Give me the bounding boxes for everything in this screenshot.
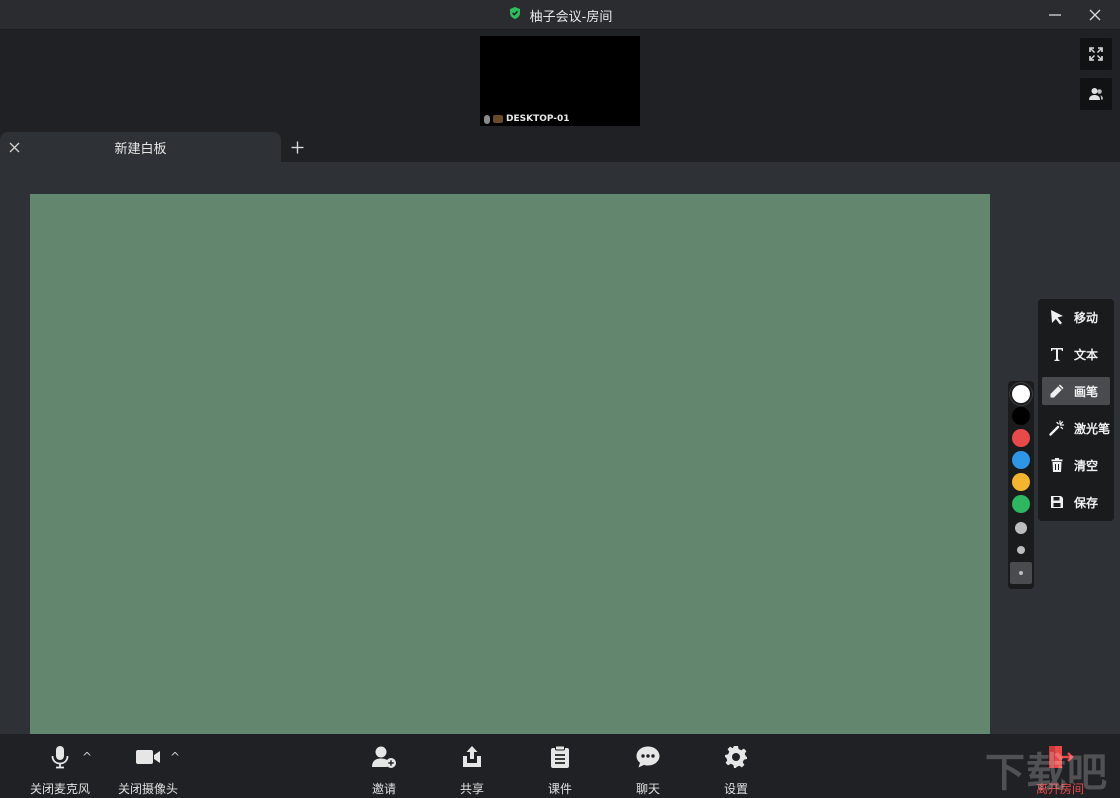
microphone-icon <box>49 734 71 780</box>
tool-text[interactable]: 文本 <box>1042 340 1110 368</box>
video-strip: DESKTOP-01 <box>0 30 1120 131</box>
mute-mic-button[interactable]: 关闭麦克风 <box>28 734 92 798</box>
plus-icon <box>291 141 303 153</box>
close-icon <box>1089 9 1101 21</box>
text-icon <box>1048 345 1066 363</box>
tab-label: 新建白板 <box>114 141 167 157</box>
users-icon <box>1089 88 1103 100</box>
cursor-arrow-icon <box>1048 308 1066 326</box>
minimize-button[interactable] <box>1040 0 1070 30</box>
whiteboard-canvas[interactable] <box>30 194 990 734</box>
invite-label: 邀请 <box>371 782 396 796</box>
add-user-icon <box>371 734 397 780</box>
color-swatch-yellow[interactable] <box>1012 473 1030 491</box>
tab-whiteboard[interactable]: 新建白板 <box>0 132 281 162</box>
mute-mic-label: 关闭麦克风 <box>29 782 90 796</box>
participants-button[interactable] <box>1080 78 1112 110</box>
settings-label: 设置 <box>723 782 748 796</box>
tool-label: 移动 <box>1074 310 1099 325</box>
color-swatch-blue[interactable] <box>1012 451 1030 469</box>
camera-options-chevron-icon[interactable]: ^ <box>170 750 180 764</box>
tool-label: 保存 <box>1074 495 1099 510</box>
tool-label: 激光笔 <box>1074 421 1111 436</box>
color-swatch-white[interactable] <box>1012 385 1030 403</box>
laser-wand-icon <box>1048 419 1066 437</box>
chat-label: 聊天 <box>635 782 660 796</box>
minimize-icon <box>1049 14 1061 16</box>
window-title: 柚子会议-房间 <box>0 0 1120 30</box>
pen-size-large[interactable] <box>1015 522 1027 534</box>
invite-button[interactable]: 邀请 <box>364 734 404 798</box>
color-swatch-black[interactable] <box>1012 407 1030 425</box>
workspace: 移动 文本 画笔 激光笔 清空 保存 <box>0 162 1120 734</box>
tool-save[interactable]: 保存 <box>1042 488 1110 516</box>
mic-status-icon <box>484 114 490 124</box>
color-swatch-red[interactable] <box>1012 429 1030 447</box>
pen-size-small <box>1019 571 1023 575</box>
tool-laser[interactable]: 激光笔 <box>1042 414 1110 442</box>
share-button[interactable]: 共享 <box>452 734 492 798</box>
share-upload-icon <box>461 734 483 780</box>
share-label: 共享 <box>459 782 484 796</box>
stop-camera-label: 关闭摄像头 <box>117 782 178 796</box>
pen-size-medium[interactable] <box>1017 546 1025 554</box>
video-camera-icon <box>135 734 161 780</box>
pencil-icon <box>1048 382 1066 400</box>
pen-size-small-selected[interactable] <box>1010 562 1032 584</box>
bottom-toolbar: 关闭麦克风 ^ 关闭摄像头 ^ 邀请 共享 课件 聊天 设置 离开房间 <box>0 734 1120 798</box>
whiteboard-tool-menu: 移动 文本 画笔 激光笔 清空 保存 <box>1038 299 1114 521</box>
gear-icon <box>724 734 748 780</box>
close-icon <box>9 142 19 152</box>
participant-video-tile[interactable]: DESKTOP-01 <box>480 36 640 126</box>
chat-bubble-icon <box>635 734 661 780</box>
trash-icon <box>1048 456 1066 474</box>
fullscreen-button[interactable] <box>1080 38 1112 70</box>
save-icon <box>1048 493 1066 511</box>
color-palette <box>1008 381 1034 589</box>
participant-name: DESKTOP-01 <box>506 114 570 124</box>
tool-move[interactable]: 移动 <box>1042 303 1110 331</box>
close-window-button[interactable] <box>1080 0 1110 30</box>
participant-label: DESKTOP-01 <box>484 114 570 124</box>
chat-button[interactable]: 聊天 <box>628 734 668 798</box>
title-bar: 柚子会议-房间 <box>0 0 1120 30</box>
clipboard-document-icon <box>549 734 571 780</box>
courseware-button[interactable]: 课件 <box>540 734 580 798</box>
watermark: 下载吧 <box>985 750 1108 796</box>
tool-label: 画笔 <box>1074 384 1099 399</box>
whiteboard-tab-bar: 新建白板 <box>0 131 1120 162</box>
shield-check-icon <box>508 6 522 24</box>
camera-status-icon <box>493 115 503 123</box>
courseware-label: 课件 <box>547 782 572 796</box>
mic-options-chevron-icon[interactable]: ^ <box>82 750 92 764</box>
stop-camera-button[interactable]: 关闭摄像头 <box>116 734 180 798</box>
color-swatch-green[interactable] <box>1012 495 1030 513</box>
tool-label: 清空 <box>1074 458 1099 473</box>
window-title-text: 柚子会议-房间 <box>529 9 613 25</box>
tool-clear[interactable]: 清空 <box>1042 451 1110 479</box>
tool-pen[interactable]: 画笔 <box>1042 377 1110 405</box>
add-tab-button[interactable] <box>287 138 307 156</box>
tool-label: 文本 <box>1074 347 1099 362</box>
fullscreen-icon <box>1089 47 1103 61</box>
settings-button[interactable]: 设置 <box>716 734 756 798</box>
close-tab-button[interactable] <box>6 139 22 155</box>
